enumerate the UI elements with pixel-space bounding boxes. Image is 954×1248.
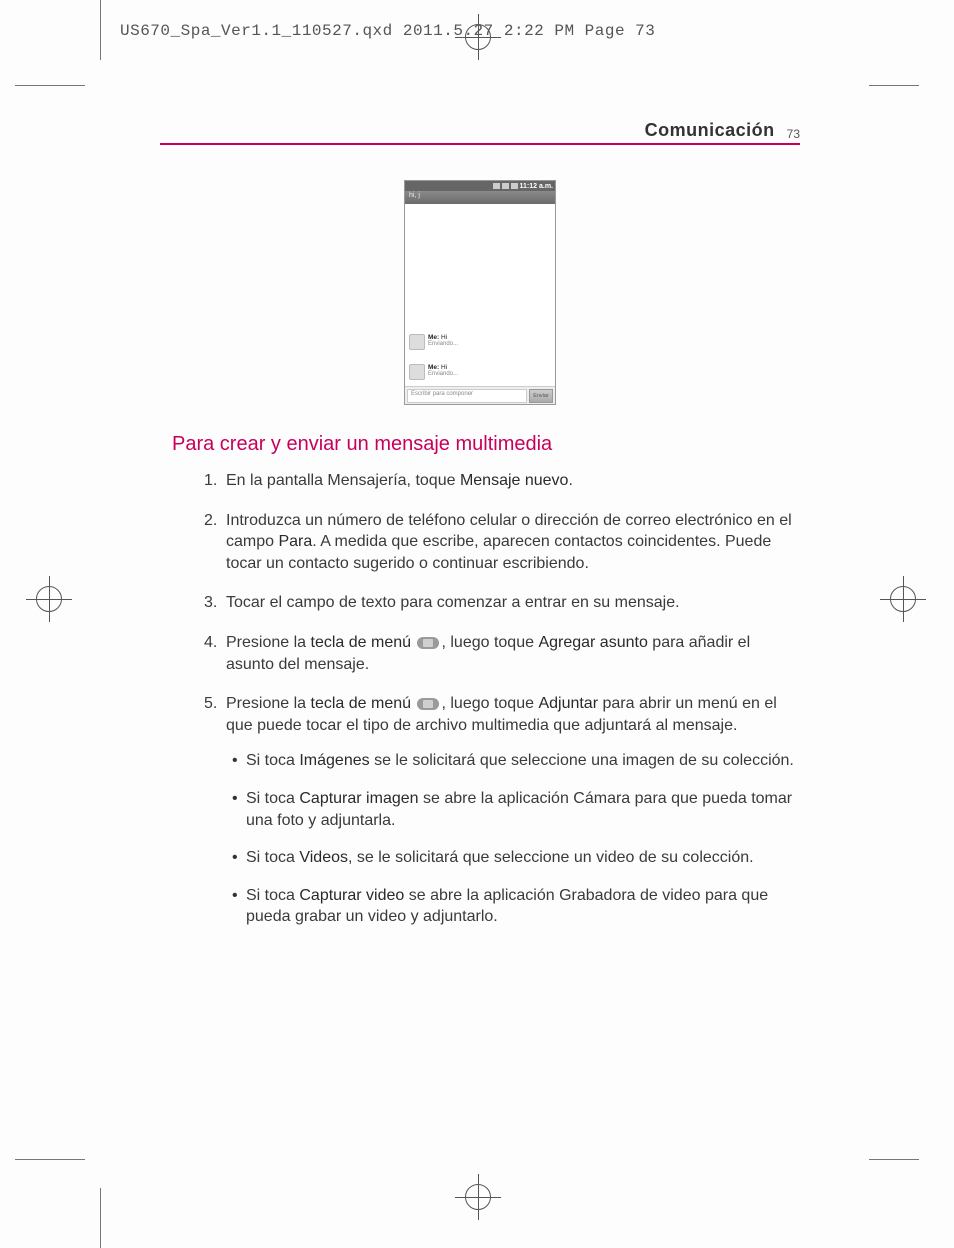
crop-mark	[869, 1159, 919, 1160]
crop-mark	[15, 1159, 85, 1160]
bullet-capturar-imagen: Si toca Capturar imagen se abre la aplic…	[232, 788, 800, 831]
page-header: Comunicación 73	[160, 120, 800, 145]
section-name: Comunicación	[645, 120, 775, 141]
send-button[interactable]: Enviar	[529, 389, 553, 403]
bullet-videos: Si toca Videos, se le solicitará que sel…	[232, 847, 800, 869]
message-sender: Me:	[428, 364, 439, 371]
message-status: Enviando...	[428, 371, 458, 377]
phone-status-bar: 11:12 a.m.	[405, 181, 555, 191]
message-sender: Me:	[428, 334, 439, 341]
registration-mark-icon	[455, 1174, 501, 1220]
crop-mark	[15, 85, 85, 110]
menu-key-icon	[417, 637, 439, 649]
avatar-icon	[409, 364, 425, 380]
bullet-imagenes: Si toca Imágenes se le solicitará que se…	[232, 750, 800, 772]
message-row: Me: Hi Enviando...	[409, 334, 458, 350]
battery-icon	[511, 183, 518, 189]
signal-icon	[493, 183, 500, 189]
registration-mark-icon	[880, 576, 926, 622]
compose-bar: Escribir para componer Enviar	[405, 386, 555, 404]
crop-mark	[100, 1188, 101, 1248]
avatar-icon	[409, 334, 425, 350]
step-4: 4. Presione la tecla de menú , luego toq…	[204, 632, 800, 675]
step-2: 2. Introduzca un número de teléfono celu…	[204, 510, 800, 575]
crop-mark	[100, 0, 101, 60]
message-thread: Me: Hi Enviando... Me: Hi Enviando...	[405, 204, 555, 386]
registration-mark-icon	[455, 14, 501, 60]
phone-title-bar: hi, j	[405, 191, 555, 204]
print-header: US670_Spa_Ver1.1_110527.qxd 2011.5.27 2:…	[120, 22, 655, 40]
bullet-capturar-video: Si toca Capturar video se abre la aplica…	[232, 885, 800, 928]
registration-mark-icon	[26, 576, 72, 622]
step-3: 3. Tocar el campo de texto para comenzar…	[204, 592, 800, 614]
status-time: 11:12 a.m.	[520, 183, 553, 190]
step-1: 1. En la pantalla Mensajería, toque Mens…	[204, 470, 800, 492]
phone-screenshot: 11:12 a.m. hi, j Me: Hi Enviando... Me: …	[404, 180, 556, 405]
crop-mark	[869, 85, 919, 86]
section-heading: Para crear y enviar un mensaje multimedi…	[172, 433, 800, 456]
message-row: Me: Hi Enviando...	[409, 364, 458, 380]
message-text: Hi	[441, 334, 447, 341]
message-status: Enviando...	[428, 341, 458, 347]
step-5: 5. Presione la tecla de menú , luego toq…	[204, 693, 800, 736]
menu-key-icon	[417, 698, 439, 710]
page-number: 73	[787, 127, 800, 141]
message-text: Hi	[441, 364, 447, 371]
compose-input[interactable]: Escribir para componer	[407, 389, 527, 403]
signal-icon	[502, 183, 509, 189]
